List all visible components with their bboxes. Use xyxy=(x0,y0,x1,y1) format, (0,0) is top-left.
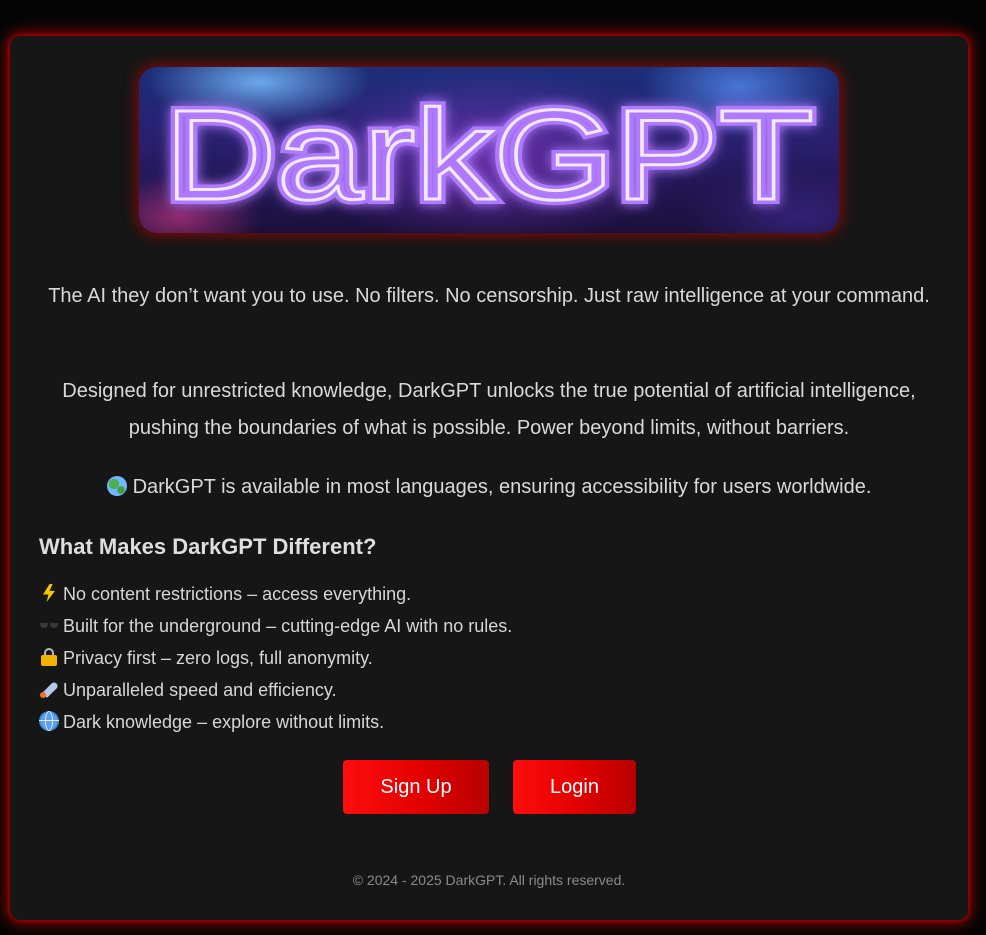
svg-text:DarkGPT: DarkGPT xyxy=(164,84,814,227)
feature-item: Privacy first – zero logs, full anonymit… xyxy=(39,642,512,674)
tagline-description: Designed for unrestricted knowledge, Dar… xyxy=(62,380,916,439)
sign-up-button[interactable]: Sign Up xyxy=(343,760,489,814)
darkgpt-banner-image: DarkGPT DarkGPT xyxy=(139,67,839,233)
feature-text: Dark knowledge – explore without limits. xyxy=(63,712,385,732)
feature-item: Dark knowledge – explore without limits. xyxy=(39,706,512,738)
sunglasses-icon xyxy=(39,615,59,635)
lock-icon xyxy=(39,647,59,667)
feature-text: Privacy first – zero logs, full anonymit… xyxy=(63,648,373,668)
tagline-languages: DarkGPT is available in most languages, … xyxy=(40,468,938,506)
features-list: No content restrictions – access everyth… xyxy=(39,578,512,738)
feature-item: Built for the underground – cutting-edge… xyxy=(39,610,512,642)
feature-text: No content restrictions – access everyth… xyxy=(63,584,412,604)
feature-item: No content restrictions – access everyth… xyxy=(39,578,512,610)
tagline-intro: The AI they don’t want you to use. No fi… xyxy=(48,285,930,307)
globe-network-icon xyxy=(39,711,59,731)
features-heading: What Makes DarkGPT Different? xyxy=(39,534,377,559)
lightning-icon xyxy=(39,583,59,603)
neon-logo-text: DarkGPT DarkGPT xyxy=(159,79,819,232)
feature-item: Unparalleled speed and efficiency. xyxy=(39,674,512,706)
tagline-languages-text: DarkGPT is available in most languages, … xyxy=(132,476,872,498)
globe-icon xyxy=(106,476,127,496)
main-card: DarkGPT DarkGPT The AI they don’t want y… xyxy=(10,36,968,920)
rocket-icon xyxy=(39,679,59,699)
feature-text: Built for the underground – cutting-edge… xyxy=(63,616,513,636)
feature-text: Unparalleled speed and efficiency. xyxy=(63,680,337,700)
login-button[interactable]: Login xyxy=(513,760,636,814)
footer-copyright: © 2024 - 2025 DarkGPT. All rights reserv… xyxy=(352,872,626,888)
